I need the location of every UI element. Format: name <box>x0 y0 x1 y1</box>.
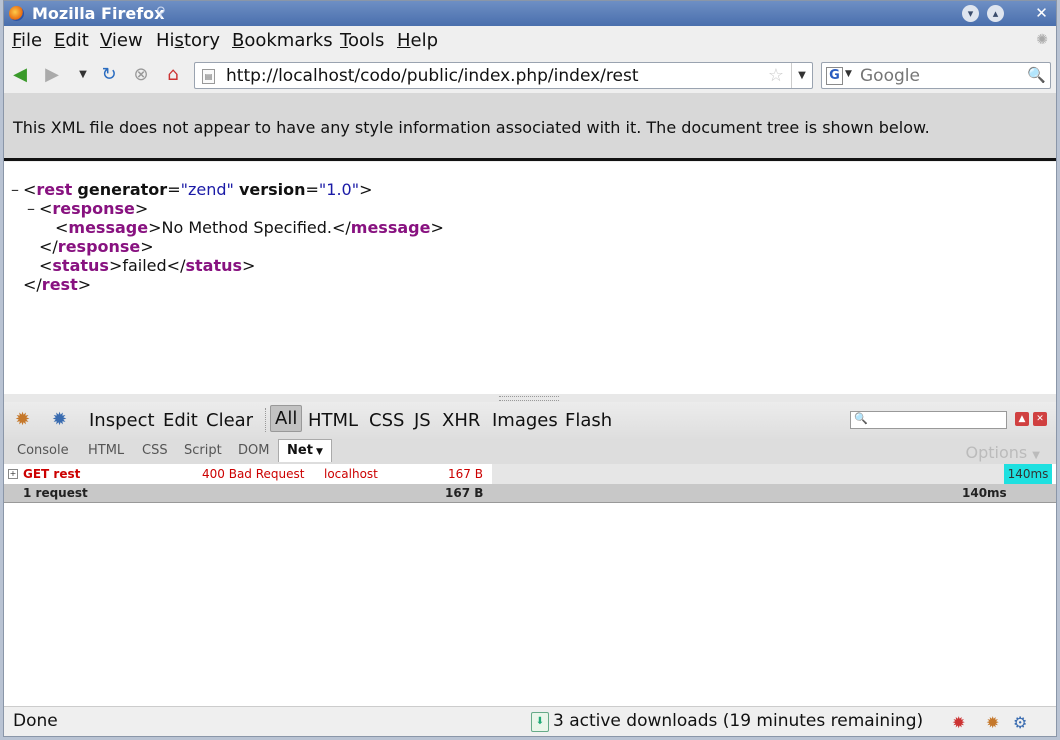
filter-js-button[interactable]: JS <box>414 410 431 431</box>
filter-css-button[interactable]: CSS <box>369 410 404 431</box>
search-bar[interactable]: G ▼ 🔍 <box>821 62 1051 89</box>
xml-rest-close: </rest> <box>23 275 92 294</box>
back-icon[interactable]: ◀ <box>9 64 31 86</box>
search-icon: 🔍 <box>854 412 868 425</box>
maximize-icon[interactable]: ▴ <box>987 5 1004 22</box>
detach-icon[interactable]: ▲ <box>1015 412 1029 426</box>
error-bug-icon[interactable]: ✹ <box>952 713 965 732</box>
close-icon[interactable]: ✕ <box>1033 5 1050 22</box>
filter-all-button[interactable]: All <box>270 405 303 432</box>
xml-rest-open: <rest generator="zend" version="1.0"> <box>23 180 373 199</box>
collapse-response-toggle[interactable]: – <box>27 199 35 218</box>
filter-images-button[interactable]: Images <box>492 410 558 431</box>
home-icon[interactable]: ⌂ <box>162 64 184 86</box>
firebug-search[interactable]: 🔍 <box>850 411 1007 430</box>
toolbar-separator <box>265 408 266 432</box>
xml-notice-text: This XML file does not appear to have an… <box>13 118 930 137</box>
url-bar[interactable]: ▤ http://localhost/codo/public/index.php… <box>194 62 813 89</box>
forward-icon[interactable]: ▶ <box>41 64 63 86</box>
xml-status: <status>failed</status> <box>39 256 256 275</box>
clear-button[interactable]: Clear <box>206 410 253 431</box>
collapse-rest-toggle[interactable]: – <box>11 180 19 199</box>
firebug-close-icon[interactable]: ✕ <box>1033 412 1047 426</box>
menu-bar: File Edit View History Bookmarks Tools H… <box>4 26 1056 55</box>
downloads-status[interactable]: 3 active downloads (19 minutes remaining… <box>553 711 923 731</box>
menu-tools[interactable]: Tools <box>340 30 384 51</box>
tab-css[interactable]: CSS <box>142 443 168 458</box>
tab-script[interactable]: Script <box>184 443 222 458</box>
menu-history[interactable]: History <box>156 30 220 51</box>
request-domain: localhost <box>324 467 378 481</box>
filter-xhr-button[interactable]: XHR <box>442 410 480 431</box>
xml-notice: This XML file does not appear to have an… <box>4 93 1056 161</box>
net-request-row[interactable]: + GET rest 400 Bad Request localhost 167… <box>4 464 1056 484</box>
history-dropdown-icon[interactable]: ▼ <box>72 64 94 86</box>
tab-console[interactable]: Console <box>17 443 69 458</box>
page-icon: ▤ <box>202 69 215 84</box>
bookmark-star-icon[interactable]: ☆ <box>768 65 784 86</box>
navigation-toolbar: ◀ ▶ ▼ ↻ ⊗ ⌂ ▤ http://localhost/codo/publ… <box>4 57 1056 93</box>
firebug-search-input[interactable] <box>867 412 1007 430</box>
addon-status-icon[interactable]: ⚙ <box>1013 713 1027 732</box>
title-bar: Mozilla Firefox ⚲ ▾ ▴ ✕ <box>4 1 1056 26</box>
request-size: 167 B <box>448 467 483 481</box>
firefox-logo-icon <box>9 6 24 21</box>
inspect-bug-icon[interactable]: ✹ <box>52 409 67 430</box>
search-icon[interactable]: 🔍 <box>1027 66 1046 84</box>
throbber-icon: ✺ <box>1036 32 1048 48</box>
window-title: Mozilla Firefox <box>32 4 165 23</box>
firebug-status-icon[interactable]: ✹ <box>986 713 999 732</box>
summary-time: 140ms <box>962 486 1007 500</box>
engine-dropdown-icon[interactable]: ▼ <box>845 69 852 79</box>
edit-button[interactable]: Edit <box>163 410 198 431</box>
reload-icon[interactable]: ↻ <box>98 64 120 86</box>
tab-dom[interactable]: DOM <box>238 443 269 458</box>
splitter-grip[interactable] <box>499 396 559 401</box>
summary-count: 1 request <box>23 486 88 500</box>
menu-view[interactable]: View <box>100 30 143 51</box>
stop-icon[interactable]: ⊗ <box>130 64 152 86</box>
minimize-icon[interactable]: ▾ <box>962 5 979 22</box>
timeline-bar <box>492 464 1004 484</box>
xml-message: <message>No Method Specified.</message> <box>55 218 444 237</box>
tab-net[interactable]: Net ▼ <box>278 439 332 462</box>
status-text: Done <box>13 711 58 731</box>
firebug-toolbar: ✹ ✹ Inspect Edit Clear All HTML CSS JS X… <box>4 402 1056 440</box>
menu-bookmarks[interactable]: Bookmarks <box>232 30 333 51</box>
xml-tree: – <rest generator="zend" version="1.0"> … <box>4 162 1056 394</box>
net-summary-row: 1 request 167 B 140ms <box>4 484 1056 503</box>
firefox-window: Mozilla Firefox ⚲ ▾ ▴ ✕ File Edit View H… <box>3 0 1057 737</box>
filter-html-button[interactable]: HTML <box>308 410 358 431</box>
request-status: 400 Bad Request <box>202 467 305 481</box>
menu-edit[interactable]: Edit <box>54 30 89 51</box>
firebug-menu-icon[interactable]: ✹ <box>15 409 30 430</box>
inspect-button[interactable]: Inspect <box>89 410 155 431</box>
google-engine-icon[interactable]: G <box>826 67 843 85</box>
expand-icon[interactable]: + <box>8 469 18 479</box>
search-input[interactable] <box>858 64 1028 88</box>
summary-size: 167 B <box>445 486 484 500</box>
firebug-tabs: Console HTML CSS Script DOM Net ▼ Option… <box>4 439 1056 465</box>
filter-flash-button[interactable]: Flash <box>565 410 612 431</box>
tab-html[interactable]: HTML <box>88 443 124 458</box>
url-text[interactable]: http://localhost/codo/public/index.php/i… <box>226 66 639 86</box>
devtools-splitter[interactable] <box>4 394 1056 402</box>
menu-help[interactable]: Help <box>397 30 438 51</box>
net-panel-empty <box>4 503 1056 706</box>
xml-response-close: </response> <box>39 237 154 256</box>
download-icon[interactable]: ⬇ <box>531 712 549 732</box>
request-time: 140ms <box>1004 464 1052 484</box>
request-label: GET rest <box>23 467 81 481</box>
menu-file[interactable]: File <box>12 30 42 51</box>
pin-icon[interactable]: ⚲ <box>156 5 166 20</box>
url-dropdown-icon[interactable]: ▼ <box>791 63 812 88</box>
xml-response-open: <response> <box>39 199 149 218</box>
status-bar: Done ⬇ 3 active downloads (19 minutes re… <box>4 706 1056 736</box>
options-button[interactable]: Options ▼ <box>965 443 1040 462</box>
